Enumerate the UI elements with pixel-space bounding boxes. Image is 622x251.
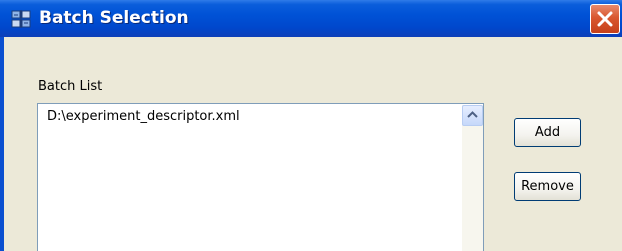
remove-button[interactable]: Remove — [514, 172, 581, 201]
window-left-border — [0, 37, 4, 251]
batch-list-label: Batch List — [38, 79, 103, 94]
window-title: Batch Selection — [39, 8, 189, 28]
chevron-up-icon — [467, 111, 478, 118]
close-icon — [597, 11, 613, 27]
close-button[interactable] — [590, 4, 620, 34]
vertical-scrollbar[interactable] — [462, 105, 483, 251]
batch-list[interactable]: D:\experiment_descriptor.xml — [37, 103, 484, 251]
batch-selection-dialog: Batch Selection Batch List D:\experiment… — [0, 0, 622, 251]
title-bar[interactable]: Batch Selection — [0, 0, 622, 37]
add-button[interactable]: Add — [514, 118, 581, 147]
scroll-up-button[interactable] — [462, 105, 483, 126]
app-icon — [11, 9, 31, 29]
list-item[interactable]: D:\experiment_descriptor.xml — [47, 109, 240, 124]
